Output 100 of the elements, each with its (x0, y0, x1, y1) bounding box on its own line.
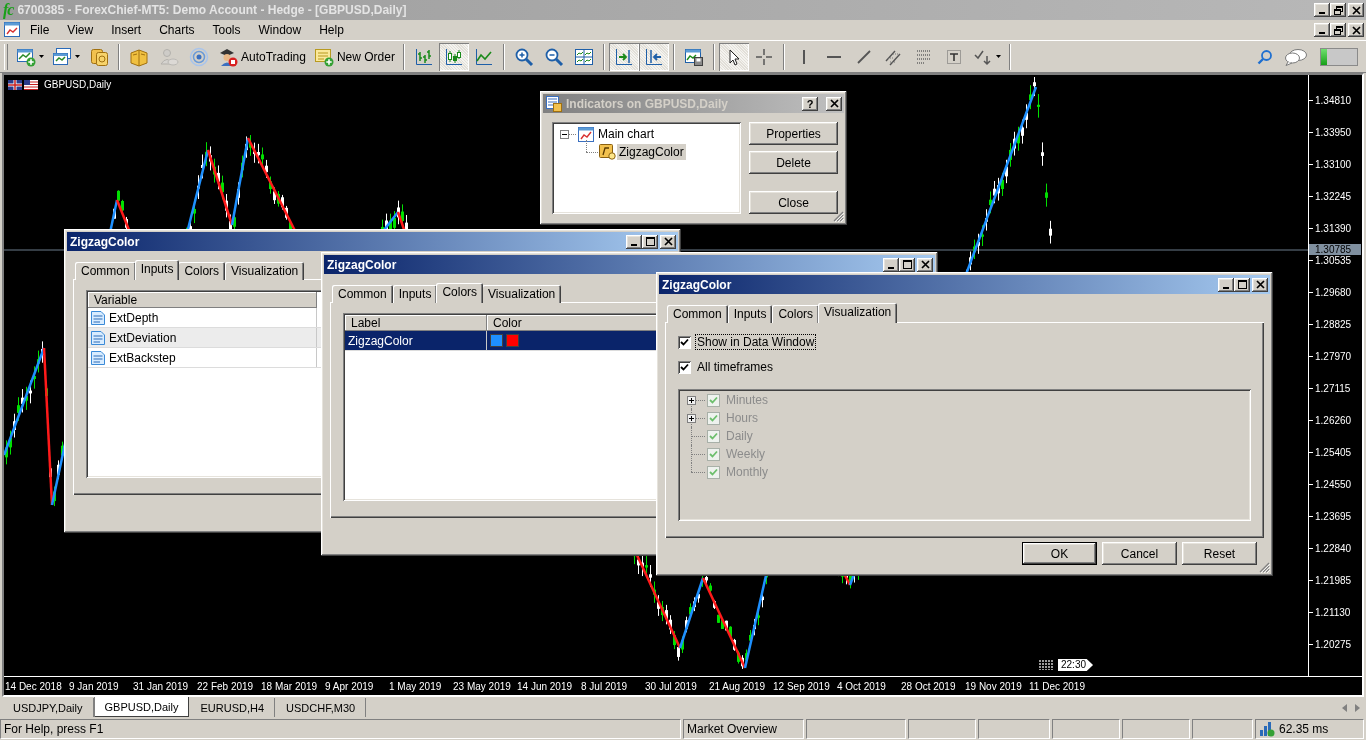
price-label: 1.32245 (1309, 191, 1362, 202)
chart-tab[interactable]: USDCHF,M30 (275, 698, 367, 717)
price-label: 1.28825 (1309, 319, 1362, 330)
minimize-icon (1319, 32, 1325, 34)
status-panel (908, 719, 976, 739)
price-label: 1.21985 (1309, 575, 1362, 586)
menu-item[interactable]: Insert (102, 21, 151, 39)
menu-item[interactable]: Window (249, 21, 311, 39)
date-label: 19 Nov 2019 (965, 680, 1023, 692)
date-label: 4 Oct 2019 (837, 680, 887, 692)
signal-bars-icon (1259, 721, 1275, 737)
chart-floppy-icon (683, 46, 704, 67)
price-label: 1.33100 (1309, 159, 1362, 170)
note-plus-icon (313, 46, 334, 67)
date-label: 18 Mar 2019 (261, 680, 319, 692)
toolbar-button[interactable] (608, 42, 639, 71)
arrow-left-icon[interactable] (1342, 703, 1347, 712)
date-label: 14 Jun 2019 (517, 680, 574, 692)
line-chart-icon (473, 46, 494, 67)
app-logo: fc (3, 1, 14, 19)
arrow-right-icon[interactable] (1355, 703, 1360, 712)
axes-arrow-right-icon (613, 46, 634, 67)
vertical-line-icon (802, 49, 805, 64)
status-panel (1192, 719, 1253, 739)
date-label: 8 Jul 2019 (581, 680, 629, 692)
axes-arrow-left-icon (643, 46, 664, 67)
price-label: 1.21130 (1309, 607, 1362, 618)
price-label: 1.31390 (1309, 223, 1362, 234)
price-label: 1.33950 (1309, 127, 1362, 138)
new-chart-icon (16, 46, 36, 67)
horizontal-line-icon (826, 55, 841, 58)
chat-icon (1284, 47, 1308, 66)
price-label: 1.27970 (1309, 351, 1362, 362)
restore-button[interactable] (1330, 23, 1346, 37)
date-label: 30 Jul 2019 (645, 680, 698, 692)
menu-item[interactable]: Charts (150, 21, 204, 39)
candlestick-icon (443, 46, 464, 67)
price-label: 1.27115 (1309, 383, 1362, 394)
price-label: 1.23695 (1309, 511, 1362, 522)
toolbar-button[interactable] (638, 42, 669, 71)
date-label: 31 Jan 2019 (133, 680, 190, 692)
caret-icon (75, 55, 80, 58)
minimize-icon (1319, 12, 1325, 14)
toolbar-button[interactable]: AutoTrading (214, 42, 310, 71)
chart-windows-icon (52, 46, 72, 67)
date-label: 21 Aug 2019 (709, 680, 767, 692)
graduate-icon (218, 46, 238, 67)
date-label: 14 Dec 2018 (5, 680, 63, 692)
date-label: 11 Dec 2019 (1029, 680, 1086, 692)
status-text: Market Overview (687, 722, 778, 736)
price-label: 1.26260 (1309, 415, 1362, 426)
date-label: 9 Apr 2019 (325, 680, 375, 692)
price-label: 1.25405 (1309, 447, 1362, 458)
price-label: 1.30535 (1309, 255, 1362, 266)
diagonal-line-icon (856, 49, 871, 64)
restore-icon (1333, 25, 1343, 35)
menu-item[interactable]: View (58, 21, 103, 39)
date-label: 9 Jan 2019 (69, 680, 120, 692)
close-button[interactable] (1348, 23, 1364, 37)
minimize-button[interactable] (1314, 3, 1330, 17)
close-button[interactable] (1348, 3, 1364, 17)
price-label: 1.24550 (1309, 479, 1362, 490)
stacked-tiles-icon (89, 46, 109, 67)
bar-chart-icon (413, 46, 434, 67)
toolbar-button[interactable]: New Order (309, 42, 399, 71)
minimize-button[interactable] (1314, 23, 1330, 37)
date-label: 22 Feb 2019 (197, 680, 255, 692)
status-text: For Help, press F1 (4, 722, 104, 736)
crosshair-icon (753, 46, 774, 67)
date-label: 12 Sep 2019 (773, 680, 831, 692)
window-title: 6700385 - ForexChief-MT5: Demo Account - Hedge - [GBPUSD,Daily] (17, 3, 408, 17)
close-icon (1351, 5, 1361, 15)
caret-icon (39, 55, 44, 58)
chart-tab[interactable]: USDJPY,Daily (2, 698, 94, 717)
caret-icon (995, 55, 1001, 58)
zoom-out-icon (543, 46, 564, 67)
book-icon (129, 46, 149, 67)
chart-tab[interactable]: EURUSD,H4 (189, 698, 276, 717)
status-panel (1122, 719, 1190, 739)
restore-icon (1333, 5, 1343, 15)
restore-button[interactable] (1330, 3, 1346, 17)
concentric-rings-icon (189, 46, 209, 67)
current-price-label: 1.30785 (1309, 244, 1361, 255)
toolbar-button[interactable] (438, 42, 469, 71)
price-label: 1.22840 (1309, 543, 1362, 554)
toolbar-button[interactable] (718, 42, 749, 71)
date-label: 23 May 2019 (453, 680, 512, 692)
status-panel (978, 719, 1050, 739)
search-icon (1257, 48, 1273, 65)
menu-item[interactable]: File (21, 21, 59, 39)
price-label: 1.29680 (1309, 287, 1362, 298)
date-label: 1 May 2019 (389, 680, 443, 692)
chart-document-icon[interactable] (4, 22, 21, 38)
menu-item[interactable]: Tools (203, 21, 250, 39)
price-label: 1.20275 (1309, 639, 1362, 650)
zoom-in-icon (513, 46, 534, 67)
chart-tab[interactable]: GBPUSD,Daily (93, 697, 190, 717)
menu-item[interactable]: Help (310, 21, 353, 39)
status-text: 62.35 ms (1279, 722, 1329, 736)
date-label: 28 Oct 2019 (901, 680, 957, 692)
